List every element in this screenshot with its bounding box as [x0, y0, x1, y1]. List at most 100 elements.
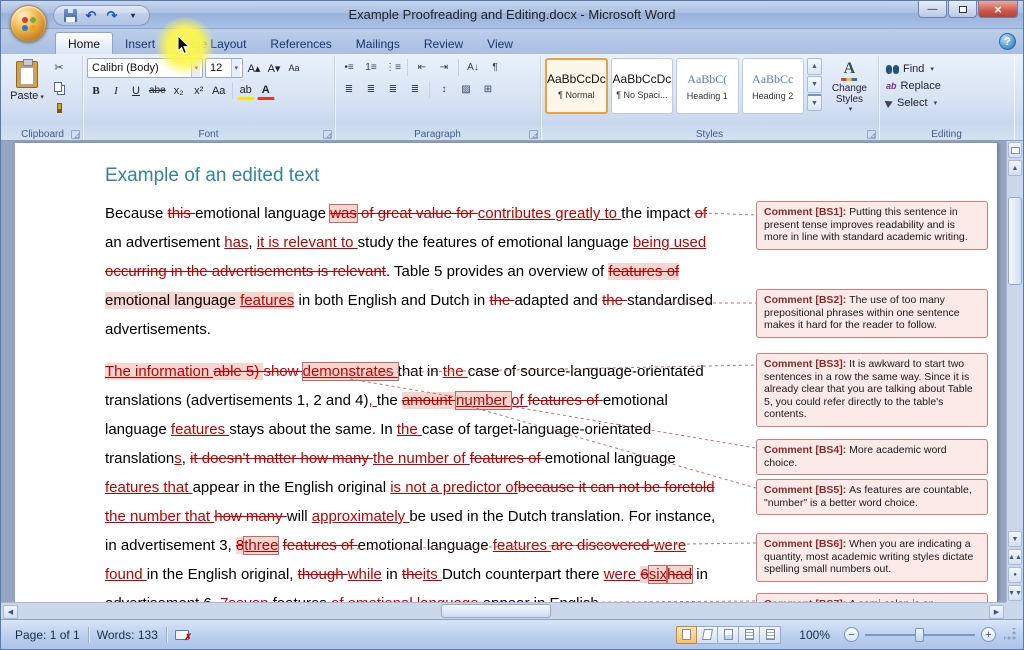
select-browse-object-button[interactable]: ●: [1008, 567, 1022, 583]
text-run[interactable]: occurring in the advertisements is relev…: [105, 263, 386, 280]
styles-gallery-down-button[interactable]: ▼: [807, 76, 822, 93]
text-run[interactable]: will: [287, 508, 312, 525]
text-run[interactable]: Dutch counterpart there: [442, 566, 604, 583]
zoom-level[interactable]: 100%: [791, 628, 838, 642]
text-run[interactable]: approximately: [312, 508, 410, 525]
text-run[interactable]: being used: [633, 234, 706, 251]
browse-previous-button[interactable]: ▲▲: [1008, 549, 1022, 565]
scroll-right-button[interactable]: ▶: [989, 605, 1004, 619]
help-button[interactable]: ?: [999, 33, 1016, 50]
select-button[interactable]: Select ▾: [883, 96, 1010, 110]
text-run[interactable]: its: [423, 566, 442, 583]
text-run[interactable]: features: [171, 421, 229, 438]
comment-balloon[interactable]: Comment [BS4]: More academic word choice…: [756, 439, 988, 475]
styles-dialog-launcher[interactable]: ◿: [867, 130, 876, 139]
text-run[interactable]: s: [174, 450, 182, 467]
scroll-left-button[interactable]: ◀: [3, 605, 18, 619]
subscript-button[interactable]: x₂: [170, 81, 188, 100]
tab-insert[interactable]: Insert: [113, 33, 167, 54]
tab-references[interactable]: References: [258, 33, 343, 54]
text-run[interactable]: the: [602, 292, 627, 309]
text-run[interactable]: this: [168, 205, 196, 222]
font-size-dropdown-icon[interactable]: ▾: [231, 59, 240, 77]
superscript-button[interactable]: x²: [190, 81, 208, 100]
zoom-slider[interactable]: [865, 627, 975, 643]
resize-grip[interactable]: [1004, 628, 1017, 641]
text-run[interactable]: are discovered: [551, 537, 654, 554]
document-text[interactable]: Example of an edited text Because this e…: [105, 165, 721, 602]
borders-button[interactable]: ⊞: [478, 80, 498, 99]
text-run[interactable]: the: [443, 363, 468, 380]
text-run[interactable]: stays about the same. In: [229, 421, 397, 438]
text-run[interactable]: show: [263, 363, 302, 380]
vertical-scrollbar[interactable]: ▲ ▼ ▲▲ ● ▼▼: [1006, 141, 1023, 602]
font-name-dropdown-icon[interactable]: ▾: [191, 59, 200, 77]
style-heading-1[interactable]: AaBbC( Heading 1: [676, 58, 738, 114]
text-run[interactable]: features: [493, 537, 551, 554]
browse-next-button[interactable]: ▼▼: [1008, 585, 1022, 601]
sort-button[interactable]: A↓: [463, 58, 483, 77]
font-name-combo[interactable]: Calibri (Body) ▾: [87, 58, 203, 78]
paragraph[interactable]: Because this emotional language was of g…: [105, 199, 721, 344]
horizontal-scroll-thumb[interactable]: [441, 604, 551, 618]
full-screen-reading-view-button[interactable]: [697, 626, 718, 644]
justify-button[interactable]: ≣: [405, 80, 425, 99]
styles-gallery-more-button[interactable]: ▼: [807, 94, 822, 111]
text-highlight-button[interactable]: ab: [237, 81, 255, 100]
close-button[interactable]: ×: [978, 1, 1018, 18]
bullets-button[interactable]: •≡: [339, 58, 359, 77]
text-run[interactable]: demonstrates: [303, 363, 398, 380]
text-run[interactable]: three: [244, 537, 278, 554]
format-painter-button[interactable]: [49, 98, 69, 117]
font-size-combo[interactable]: 12 ▾: [205, 58, 243, 78]
text-run[interactable]: how many: [214, 508, 287, 525]
text-run[interactable]: emotional language: [545, 450, 676, 467]
text-run[interactable]: in: [382, 566, 402, 583]
text-run[interactable]: because it can not be foretold: [518, 479, 715, 496]
draft-view-button[interactable]: [760, 626, 781, 644]
tab-view[interactable]: View: [475, 33, 525, 54]
clipboard-dialog-launcher[interactable]: ◿: [71, 130, 80, 139]
text-run[interactable]: while: [348, 566, 382, 583]
comment-balloon[interactable]: Comment [BS5]: As features are countable…: [756, 479, 988, 515]
tab-mailings[interactable]: Mailings: [344, 33, 412, 54]
document-page[interactable]: Example of an edited text Because this e…: [15, 143, 997, 602]
paragraph[interactable]: The information able 5) show demonstrate…: [105, 357, 721, 602]
text-run[interactable]: features of: [608, 263, 679, 280]
align-center-button[interactable]: ≣: [361, 80, 381, 99]
line-spacing-button[interactable]: ↕: [434, 80, 454, 99]
zoom-thumb[interactable]: [915, 628, 924, 642]
scroll-up-button[interactable]: ▲: [1008, 160, 1022, 176]
text-run[interactable]: that in: [398, 363, 443, 380]
text-run[interactable]: features: [240, 292, 294, 309]
text-run[interactable]: ,: [368, 392, 376, 409]
horizontal-scrollbar[interactable]: ◀ ▶: [1, 602, 1006, 619]
text-run[interactable]: though: [298, 566, 348, 583]
web-layout-view-button[interactable]: [718, 626, 739, 644]
tab-review[interactable]: Review: [412, 33, 475, 54]
save-button[interactable]: [61, 7, 79, 24]
text-run[interactable]: six: [649, 566, 667, 583]
print-layout-view-button[interactable]: [676, 626, 697, 644]
text-run[interactable]: the: [377, 392, 402, 409]
comment-balloon[interactable]: Comment [BS1]: Putting this sentence in …: [756, 201, 988, 250]
decrease-indent-button[interactable]: ⇤: [412, 58, 432, 77]
text-run[interactable]: were: [604, 566, 641, 583]
tab-page-layout[interactable]: Page Layout: [167, 33, 258, 54]
text-run[interactable]: in the English original,: [147, 566, 298, 583]
underline-button[interactable]: U: [127, 81, 145, 100]
document-heading[interactable]: Example of an edited text: [105, 165, 721, 187]
style-normal[interactable]: AaBbCcDc ¶ Normal: [545, 58, 608, 114]
text-run[interactable]: of emotional language: [331, 595, 483, 602]
undo-button[interactable]: ↶: [82, 7, 100, 24]
text-run[interactable]: of: [695, 205, 708, 222]
numbering-button[interactable]: 1≡: [361, 58, 381, 77]
text-run[interactable]: appear in the English original: [193, 479, 391, 496]
align-right-button[interactable]: ≣: [383, 80, 403, 99]
comment-balloon[interactable]: Comment [BS3]: It is awkward to start tw…: [756, 353, 988, 427]
text-run[interactable]: emotional language: [358, 537, 493, 554]
text-run[interactable]: 6: [640, 566, 648, 583]
title-bar[interactable]: Example Proofreading and Editing.docx - …: [1, 1, 1023, 29]
clear-formatting-button[interactable]: Aa: [285, 59, 303, 78]
comment-balloon[interactable]: Comment [BS6]: When you are indicating a…: [756, 533, 988, 582]
